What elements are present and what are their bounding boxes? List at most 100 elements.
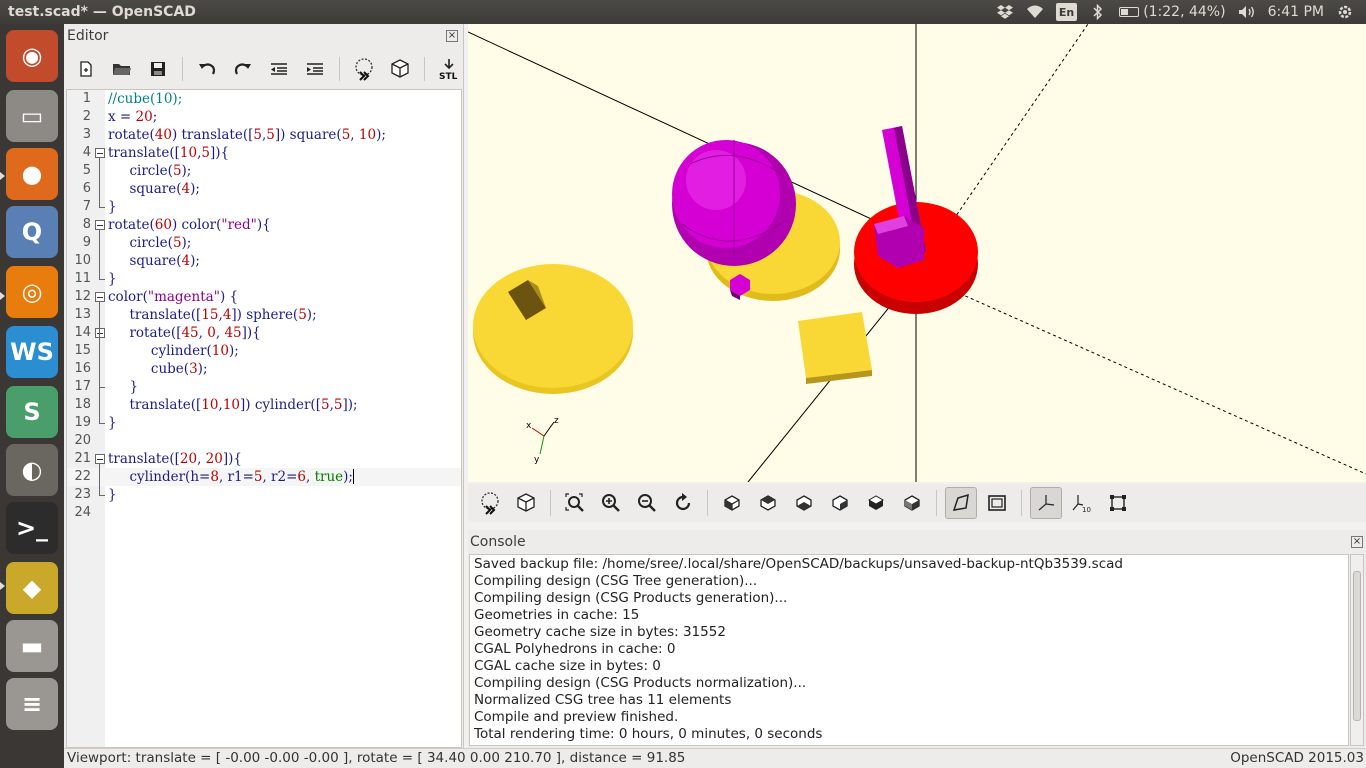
- code-line[interactable]: 7}: [67, 198, 461, 216]
- code-line[interactable]: 19}: [67, 414, 461, 432]
- code-text: circle(5);: [108, 235, 192, 251]
- perspective-icon: [952, 493, 969, 511]
- zoom-out-button[interactable]: [631, 487, 663, 519]
- redo-button[interactable]: [229, 55, 257, 83]
- show-axes-button[interactable]: [1030, 487, 1062, 519]
- view-front-button[interactable]: [860, 487, 892, 519]
- reset-view-button[interactable]: [667, 487, 699, 519]
- show-scale-button[interactable]: 10: [1066, 487, 1098, 519]
- code-line[interactable]: 21 translate([20, 20]){: [67, 450, 461, 468]
- z-axis-label: z: [554, 416, 559, 426]
- launcher-running-indicator: [0, 582, 5, 590]
- launcher-gimp-icon[interactable]: ◐: [6, 444, 58, 496]
- launcher-ubuntu-dash-icon[interactable]: ◉: [6, 30, 58, 82]
- code-line[interactable]: 5 circle(5);: [67, 162, 461, 180]
- render-button[interactable]: [386, 55, 414, 83]
- bluetooth-icon[interactable]: [1089, 3, 1107, 21]
- code-line[interactable]: 24: [67, 504, 461, 522]
- 3d-viewport[interactable]: x z y: [468, 24, 1366, 482]
- view-right-icon: [724, 495, 740, 511]
- preview-view-button[interactable]: [474, 487, 506, 519]
- console-output[interactable]: Saved backup file: /home/sree/.local/sha…: [469, 554, 1349, 746]
- orthogonal-button[interactable]: [981, 487, 1013, 519]
- keyboard-layout-indicator[interactable]: En: [1055, 3, 1078, 21]
- open-file-button[interactable]: [108, 55, 136, 83]
- code-line[interactable]: 2 x = 20;: [67, 108, 461, 126]
- export-stl-button[interactable]: STL: [435, 55, 463, 83]
- launcher-glyph: ≡: [21, 690, 43, 718]
- launcher-glyph: ●: [21, 160, 43, 188]
- code-line[interactable]: 16 cube(3);: [67, 360, 461, 378]
- code-line[interactable]: 13 translate([15,4]) sphere(5);: [67, 306, 461, 324]
- zoom-in-button[interactable]: [595, 487, 627, 519]
- code-line[interactable]: 6 square(4);: [67, 180, 461, 198]
- code-line[interactable]: 1 //cube(10);: [67, 90, 461, 108]
- render-view-button[interactable]: [510, 487, 542, 519]
- launcher-slack-icon[interactable]: S: [6, 386, 58, 438]
- code-text: color("magenta") {: [108, 289, 239, 305]
- launcher-blender-icon[interactable]: ◎: [6, 266, 58, 318]
- view-right-button[interactable]: [716, 487, 748, 519]
- preview-button[interactable]: [350, 55, 378, 83]
- code-line[interactable]: 18 translate([10,10]) cylinder([5,5]);: [67, 396, 461, 414]
- power-gear-icon[interactable]: [1336, 3, 1354, 21]
- code-line[interactable]: 10 square(4);: [67, 252, 461, 270]
- view-bottom-button[interactable]: [788, 487, 820, 519]
- wifi-icon[interactable]: [1026, 3, 1044, 21]
- code-line[interactable]: 9 circle(5);: [67, 234, 461, 252]
- indent-button[interactable]: [301, 55, 329, 83]
- volume-icon[interactable]: [1238, 3, 1256, 21]
- fold-toggle-icon[interactable]: [95, 454, 105, 464]
- launcher-firefox-icon[interactable]: ●: [6, 148, 58, 200]
- clock[interactable]: 6:41 PM: [1268, 3, 1324, 21]
- code-text: square(4);: [108, 181, 200, 197]
- y-axis-label: y: [534, 455, 540, 464]
- line-number: 21: [74, 451, 91, 466]
- save-file-button[interactable]: [144, 55, 172, 83]
- fold-toggle-icon[interactable]: [95, 148, 105, 158]
- launcher-qcad-icon[interactable]: Q: [6, 206, 58, 258]
- fold-toggle-icon[interactable]: [95, 292, 105, 302]
- svg-text:STL: STL: [439, 72, 458, 81]
- undo-button[interactable]: [193, 55, 221, 83]
- launcher-openscad-icon[interactable]: ◆: [6, 562, 58, 614]
- fold-toggle-icon[interactable]: [95, 220, 105, 230]
- code-line[interactable]: 12 color("magenta") {: [67, 288, 461, 306]
- code-line[interactable]: 4 translate([10,5]){: [67, 144, 461, 162]
- code-line[interactable]: 14 rotate([45, 0, 45]){: [67, 324, 461, 342]
- editor-close-icon[interactable]: ×: [446, 30, 458, 42]
- code-line[interactable]: 11}: [67, 270, 461, 288]
- launcher-files-icon[interactable]: ▭: [6, 90, 58, 142]
- code-text: }: [108, 415, 117, 431]
- code-line[interactable]: 15 cylinder(10);: [67, 342, 461, 360]
- view-back-button[interactable]: [896, 487, 928, 519]
- launcher-running-indicator: [0, 292, 5, 300]
- fold-guide-end: [99, 495, 105, 496]
- battery-indicator[interactable]: (1:22, 44%): [1119, 3, 1226, 21]
- unindent-icon: [271, 63, 287, 75]
- code-line[interactable]: 8 rotate(60) color("red"){: [67, 216, 461, 234]
- fold-toggle-icon[interactable]: [95, 328, 105, 338]
- launcher-terminal-icon[interactable]: >_: [6, 502, 58, 554]
- code-text: x = 20;: [108, 109, 158, 125]
- scrollbar-thumb[interactable]: [1353, 571, 1361, 721]
- launcher-disk-icon[interactable]: ▬: [6, 620, 58, 672]
- code-line[interactable]: 22 cylinder(h=8, r1=5, r2=6, true);: [67, 468, 461, 486]
- view-all-button[interactable]: [559, 487, 591, 519]
- code-line[interactable]: 3 rotate(40) translate([5,5]) square(5, 1…: [67, 126, 461, 144]
- new-file-button[interactable]: [72, 55, 100, 83]
- code-line[interactable]: 20: [67, 432, 461, 450]
- view-left-button[interactable]: [824, 487, 856, 519]
- code-line[interactable]: 23}: [67, 486, 461, 504]
- console-scrollbar[interactable]: [1350, 554, 1364, 746]
- dropbox-icon[interactable]: [996, 3, 1014, 21]
- view-top-button[interactable]: [752, 487, 784, 519]
- perspective-button[interactable]: [945, 487, 977, 519]
- unindent-button[interactable]: [265, 55, 293, 83]
- show-edges-button[interactable]: [1102, 487, 1134, 519]
- code-editor[interactable]: 1 //cube(10); 2 x = 20; 3 rotate(40) translat…: [66, 89, 462, 748]
- console-close-icon[interactable]: ×: [1351, 536, 1363, 548]
- launcher-disks-stack-icon[interactable]: ≡: [6, 678, 58, 730]
- launcher-webstorm-icon[interactable]: WS: [6, 326, 58, 378]
- code-line[interactable]: 17 }: [67, 378, 461, 396]
